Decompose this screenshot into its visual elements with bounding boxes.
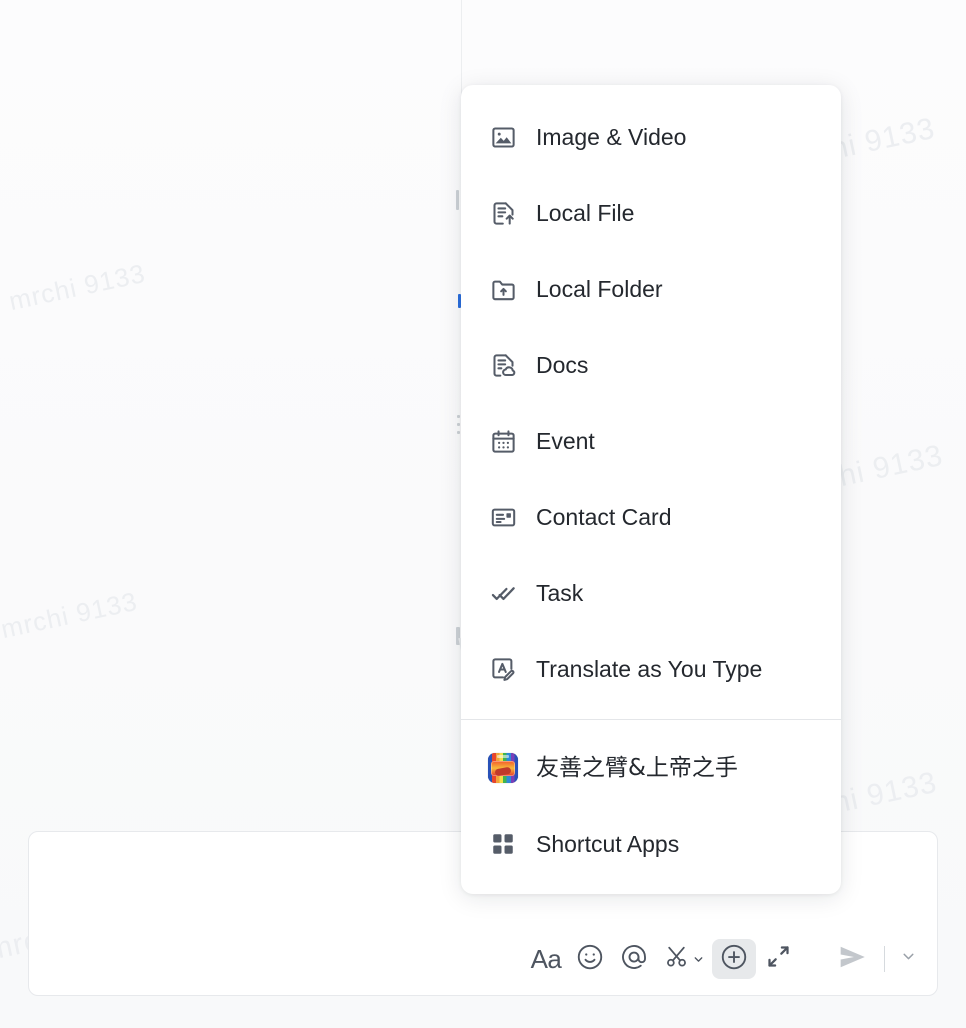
menu-item-label: 友善之臂&上帝之手 <box>536 754 738 781</box>
scissors-icon <box>663 943 690 975</box>
plus-circle-icon <box>719 942 749 977</box>
menu-item-label: Task <box>536 579 584 606</box>
menu-item-local-file[interactable]: Local File <box>461 175 841 251</box>
menu-item-label: Docs <box>536 351 589 378</box>
menu-divider <box>461 719 841 720</box>
background-fleck <box>457 431 460 434</box>
emoji-button[interactable] <box>568 939 612 979</box>
calendar-icon <box>487 425 519 457</box>
menu-item-contact-card[interactable]: Contact Card <box>461 479 841 555</box>
toolbar-divider <box>884 946 885 972</box>
expand-button[interactable] <box>756 939 800 979</box>
menu-item-event[interactable]: Event <box>461 403 841 479</box>
screenshot-button[interactable] <box>656 939 712 979</box>
composer-toolbar: Aa <box>449 933 925 985</box>
contact-card-icon <box>487 501 519 533</box>
translate-icon <box>487 653 519 685</box>
font-icon: Aa <box>530 944 562 974</box>
cloud-doc-icon <box>487 349 519 381</box>
send-options-button[interactable] <box>891 939 925 979</box>
menu-item-label: Local File <box>536 199 635 226</box>
expand-icon <box>765 943 792 975</box>
task-check-icon <box>487 577 519 609</box>
attachment-menu: Image & Video Local File Local Folder Do… <box>461 85 841 894</box>
chevron-down-icon[interactable] <box>692 953 705 966</box>
background-fleck <box>457 415 460 418</box>
app-color-icon <box>487 752 519 784</box>
menu-item-label: Local Folder <box>536 275 663 302</box>
menu-item-label: Translate as You Type <box>536 655 763 682</box>
file-upload-icon <box>487 197 519 229</box>
menu-item-shortcut-apps[interactable]: Shortcut Apps <box>461 806 841 882</box>
send-icon <box>835 940 869 979</box>
menu-item-app-youshanzhibi[interactable]: 友善之臂&上帝之手 <box>461 730 841 806</box>
menu-item-label: Image & Video <box>536 123 687 150</box>
grid-apps-icon <box>487 828 519 860</box>
chevron-down-icon <box>900 948 917 970</box>
folder-upload-icon <box>487 273 519 305</box>
smiley-icon <box>575 942 605 977</box>
menu-item-docs[interactable]: Docs <box>461 327 841 403</box>
mention-button[interactable] <box>612 939 656 979</box>
menu-item-label: Event <box>536 427 595 454</box>
image-icon <box>487 121 519 153</box>
send-button[interactable] <box>826 939 878 979</box>
background-fleck <box>456 190 459 210</box>
background-fleck <box>457 423 460 426</box>
menu-item-label: Shortcut Apps <box>536 830 680 857</box>
menu-item-local-folder[interactable]: Local Folder <box>461 251 841 327</box>
menu-item-label: Contact Card <box>536 503 672 530</box>
menu-item-task[interactable]: Task <box>461 555 841 631</box>
menu-item-translate-as-you-type[interactable]: Translate as You Type <box>461 631 841 707</box>
menu-item-image-video[interactable]: Image & Video <box>461 99 841 175</box>
at-icon <box>619 942 649 977</box>
font-style-button[interactable]: Aa <box>524 939 568 979</box>
attachment-button[interactable] <box>712 939 756 979</box>
